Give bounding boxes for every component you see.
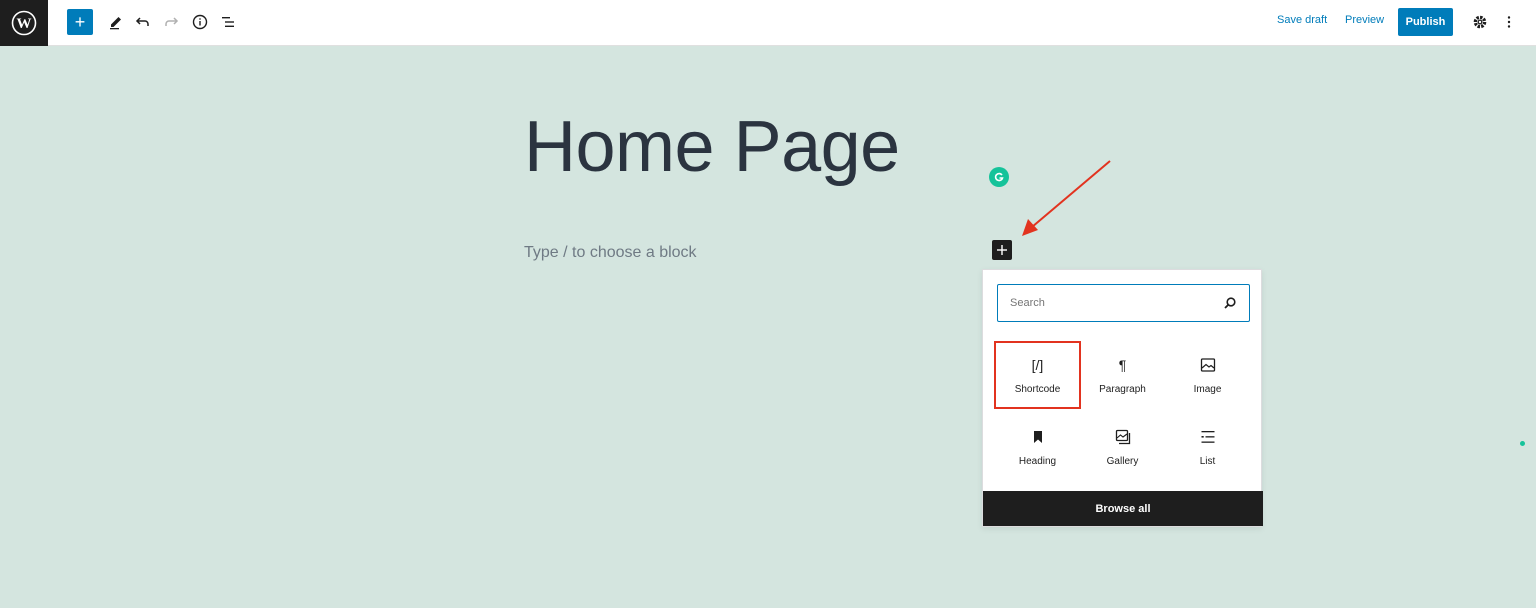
- pencil-icon: [110, 17, 121, 30]
- editor-toolbar: W + Save draft Preview Publish: [0, 0, 1536, 46]
- block-label: Gallery: [1106, 455, 1139, 467]
- bookmark-icon: [1032, 428, 1044, 446]
- page-title[interactable]: Home Page: [524, 106, 900, 188]
- block-placeholder[interactable]: Type / to choose a block: [524, 244, 697, 262]
- search-input[interactable]: [1010, 297, 1223, 309]
- block-label: Image: [1193, 383, 1222, 395]
- block-label: Shortcode: [1014, 383, 1061, 395]
- tools-button[interactable]: [103, 9, 129, 35]
- settings-button[interactable]: [1467, 9, 1493, 35]
- annotation-arrow: [1022, 160, 1111, 236]
- save-draft-button[interactable]: Save draft: [1277, 14, 1327, 26]
- info-icon: [192, 14, 208, 30]
- block-search[interactable]: [997, 284, 1250, 322]
- block-image[interactable]: Image: [1165, 342, 1250, 408]
- options-button[interactable]: [1496, 9, 1522, 35]
- details-button[interactable]: [187, 9, 213, 35]
- plus-icon: +: [74, 12, 86, 32]
- block-label: List: [1199, 455, 1216, 467]
- block-heading[interactable]: Heading: [995, 414, 1080, 480]
- add-block-button[interactable]: +: [67, 9, 93, 35]
- undo-button[interactable]: [130, 9, 156, 35]
- svg-text:W: W: [17, 16, 32, 32]
- block-list[interactable]: List: [1165, 414, 1250, 480]
- search-icon: [1224, 297, 1236, 309]
- block-gallery[interactable]: Gallery: [1080, 414, 1165, 480]
- wordpress-logo-icon[interactable]: W: [0, 0, 48, 46]
- block-paragraph[interactable]: ¶ Paragraph: [1080, 342, 1165, 408]
- redo-icon: [165, 17, 179, 26]
- browse-all-button[interactable]: Browse all: [983, 491, 1263, 526]
- inline-add-block-button[interactable]: [992, 240, 1012, 260]
- paragraph-icon: ¶: [1118, 356, 1127, 373]
- block-label: Paragraph: [1099, 383, 1146, 395]
- block-inserter-popover: [/] Shortcode ¶ Paragraph Image Heading: [982, 269, 1263, 527]
- list-view-button[interactable]: [215, 9, 241, 35]
- grammarly-status-dot: [1520, 441, 1525, 446]
- grammarly-icon[interactable]: [989, 167, 1009, 187]
- plus-icon: [997, 245, 1007, 255]
- list-icon: [1200, 428, 1216, 446]
- block-label: Heading: [1018, 455, 1057, 467]
- image-icon: [1200, 356, 1216, 374]
- publish-button[interactable]: Publish: [1398, 8, 1453, 36]
- block-grid: [/] Shortcode ¶ Paragraph Image Heading: [994, 341, 1251, 480]
- redo-button[interactable]: [158, 9, 184, 35]
- list-view-icon: [222, 17, 234, 27]
- gear-icon: [1473, 15, 1487, 29]
- block-shortcode[interactable]: [/] Shortcode: [994, 341, 1081, 409]
- undo-icon: [135, 17, 149, 26]
- shortcode-icon: [/]: [1031, 356, 1044, 373]
- gallery-icon: [1115, 428, 1131, 446]
- more-vertical-icon: [1507, 16, 1511, 28]
- preview-button[interactable]: Preview: [1345, 14, 1384, 26]
